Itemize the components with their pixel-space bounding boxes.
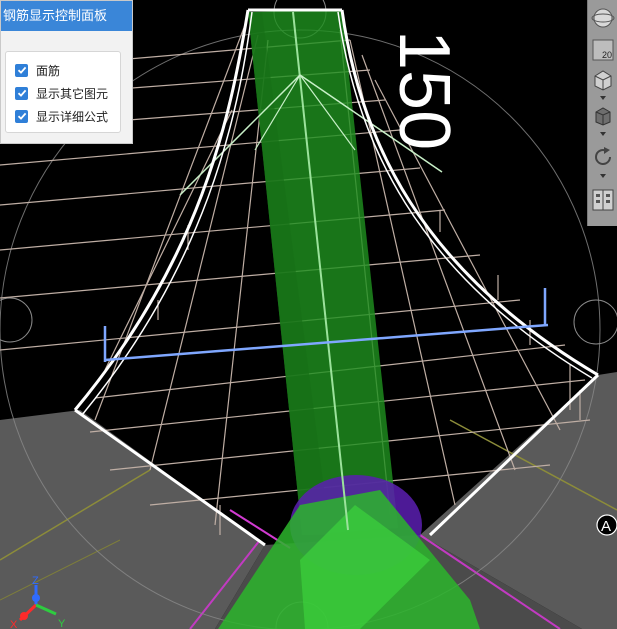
chevron-down-icon[interactable] xyxy=(600,174,606,178)
svg-text:20: 20 xyxy=(602,50,612,60)
option-label: 面筋 xyxy=(36,63,61,78)
layer-20-icon[interactable]: 20 xyxy=(591,38,615,62)
axis-label-z: Z xyxy=(32,575,39,587)
option-show-other-elements[interactable]: 显示其它图元 xyxy=(15,84,108,102)
view-arc xyxy=(0,297,33,343)
option-label: 显示其它图元 xyxy=(36,86,109,101)
mesh-bar-horizontal xyxy=(0,299,521,351)
option-face-rebar[interactable]: 面筋 xyxy=(15,61,60,79)
view-cube-icon[interactable] xyxy=(591,68,615,92)
mesh-bar-vertical xyxy=(104,109,233,371)
chevron-down-icon[interactable] xyxy=(600,96,606,100)
rebar-display-control-panel: 钢筋显示控制面板 面筋 显示其它图元 显示详细公式 xyxy=(0,0,133,144)
chevron-down-icon[interactable] xyxy=(600,132,606,136)
mesh-bar-vertical xyxy=(149,34,259,471)
checkbox-checked-icon[interactable] xyxy=(15,109,28,123)
axis-label-y: Y xyxy=(58,618,66,629)
panel-title: 钢筋显示控制面板 xyxy=(1,1,132,31)
option-show-detailed-formula[interactable]: 显示详细公式 xyxy=(15,107,108,125)
dimension-label: 150 xyxy=(384,30,464,150)
checkbox-checked-icon[interactable] xyxy=(15,63,28,77)
layout-grid-icon[interactable] xyxy=(591,188,615,212)
rotate-icon[interactable] xyxy=(591,145,615,169)
mesh-bar-horizontal xyxy=(0,209,446,251)
panel-options-box: 面筋 显示其它图元 显示详细公式 xyxy=(5,51,121,133)
axis-marker-label: A xyxy=(601,518,611,535)
view-toolbar: 20 xyxy=(587,0,617,226)
frame-curve-right xyxy=(340,9,599,377)
box-view-icon[interactable] xyxy=(591,104,615,128)
axis-label-x: X xyxy=(10,619,18,629)
view-arc xyxy=(573,299,617,345)
frame-curve-inner xyxy=(337,11,593,379)
sphere-view-icon[interactable] xyxy=(591,6,615,30)
checkbox-checked-icon[interactable] xyxy=(15,86,28,100)
option-label: 显示详细公式 xyxy=(36,109,109,124)
slab-left xyxy=(0,410,265,629)
